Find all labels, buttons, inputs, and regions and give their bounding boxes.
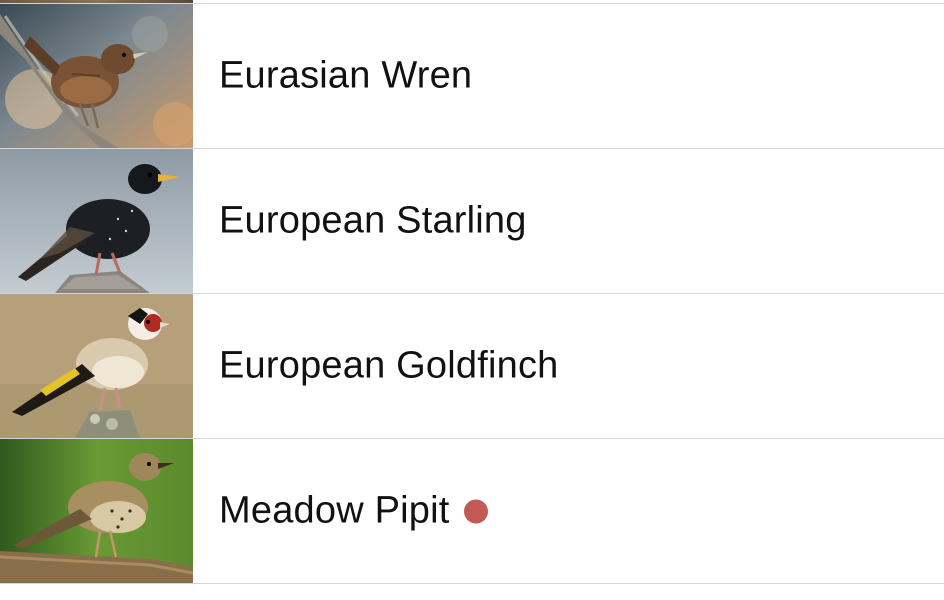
- bird-list-screen: Eurasian Wren European Starling European…: [0, 0, 944, 600]
- bird-name: European Goldfinch: [219, 345, 559, 388]
- previous-row-thumbnail-edge: [0, 0, 193, 3]
- list-bottom-space: [0, 585, 944, 600]
- bird-name: Meadow Pipit: [219, 490, 488, 533]
- bird-name-label: Meadow Pipit: [219, 489, 450, 532]
- bird-name: Eurasian Wren: [219, 55, 472, 98]
- bird-name-label: Eurasian Wren: [219, 54, 473, 97]
- list-item-eurasian-wren[interactable]: Eurasian Wren: [0, 4, 944, 149]
- eurasian-wren-photo: [0, 4, 193, 148]
- list-item-meadow-pipit[interactable]: Meadow Pipit: [0, 439, 944, 584]
- bird-name: European Starling: [219, 200, 527, 243]
- unseen-badge-dot: [463, 499, 488, 523]
- european-goldfinch-photo: [0, 294, 193, 438]
- meadow-pipit-photo: [0, 439, 193, 583]
- european-starling-photo: [0, 149, 193, 293]
- bird-name-label: European Starling: [219, 199, 527, 242]
- bird-list: Eurasian Wren European Starling European…: [0, 4, 944, 584]
- bird-name-label: European Goldfinch: [219, 344, 559, 387]
- list-item-european-starling[interactable]: European Starling: [0, 149, 944, 294]
- list-item-european-goldfinch[interactable]: European Goldfinch: [0, 294, 944, 439]
